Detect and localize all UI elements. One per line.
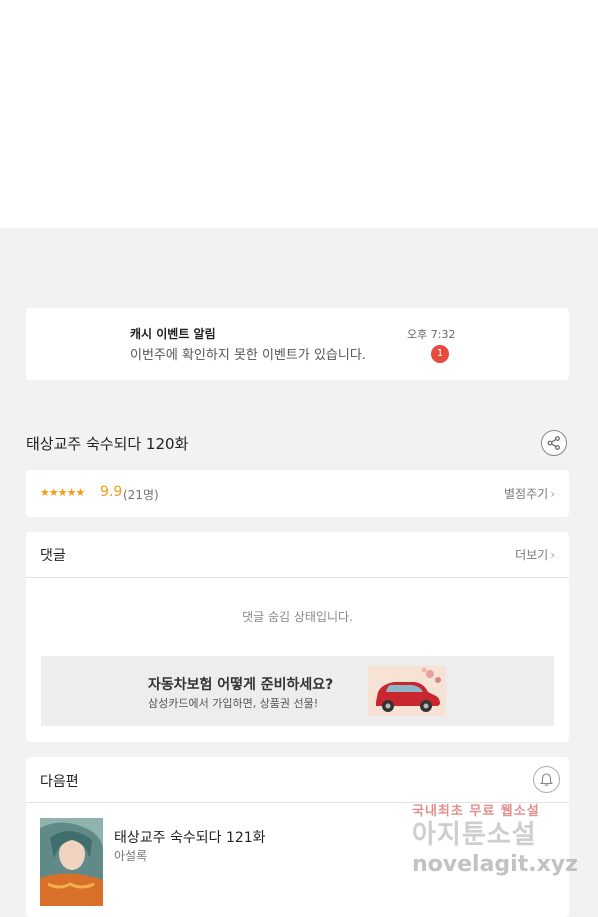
next-episode-author: 아설록 bbox=[114, 849, 148, 863]
comments-header: 댓글 더보기 › bbox=[26, 532, 569, 578]
comments-card: 댓글 더보기 › 댓글 숨김 상태입니다. 자동차보험 어떻게 준비하세요? 삼성… bbox=[26, 532, 569, 742]
watermark: 국내최초 무료 웹소설 아지툰소설 novelagit.xyz bbox=[412, 800, 588, 890]
notification-title: 캐시 이벤트 알림 bbox=[130, 327, 216, 341]
ad-car-image bbox=[368, 666, 446, 716]
watermark-line2: 아지툰소설 bbox=[412, 820, 537, 850]
next-episode-header: 다음편 bbox=[26, 757, 569, 803]
more-label: 더보기 bbox=[515, 548, 549, 562]
ad-subtitle: 삼성카드에서 가입하면, 상품권 선물! bbox=[148, 697, 319, 710]
notification-badge: 1 bbox=[431, 345, 449, 363]
notification-message: 이번주에 확인하지 못한 이벤트가 있습니다. bbox=[130, 348, 366, 363]
rate-button[interactable]: 별점주기 › bbox=[504, 485, 555, 502]
comments-more-button[interactable]: 더보기 › bbox=[515, 546, 555, 563]
rate-button-label: 별점주기 bbox=[504, 487, 549, 501]
top-blank-area bbox=[0, 0, 598, 228]
ad-banner[interactable]: 자동차보험 어떻게 준비하세요? 삼성카드에서 가입하면, 상품권 선물! bbox=[41, 656, 554, 726]
next-episode-thumbnail[interactable] bbox=[40, 818, 103, 906]
share-icon bbox=[547, 436, 560, 450]
rating-count: (21명) bbox=[123, 488, 159, 502]
rating-score: 9.9 bbox=[100, 484, 123, 500]
bell-icon bbox=[539, 773, 554, 786]
rating-card: ★★★★★ 9.9 (21명) 별점주기 › bbox=[26, 470, 569, 517]
rating-stars: ★★★★★ bbox=[40, 486, 85, 499]
comments-title: 댓글 bbox=[40, 548, 66, 564]
ad-title: 자동차보험 어떻게 준비하세요? bbox=[148, 677, 334, 693]
next-episode-title[interactable]: 태상교주 숙수되다 121화 bbox=[114, 827, 266, 847]
notify-button[interactable] bbox=[533, 766, 560, 793]
next-episode-section-title: 다음편 bbox=[40, 774, 79, 790]
share-button[interactable] bbox=[541, 430, 567, 456]
chevron-right-icon: › bbox=[550, 548, 555, 562]
notification-time: 오후 7:32 bbox=[407, 328, 456, 341]
comments-hidden-message: 댓글 숨김 상태입니다. bbox=[242, 610, 353, 624]
chevron-right-icon: › bbox=[550, 487, 555, 501]
watermark-line3: novelagit.xyz bbox=[412, 852, 578, 877]
episode-title: 태상교주 숙수되다 120화 bbox=[26, 435, 189, 453]
notification-card[interactable]: 캐시 이벤트 알림 이번주에 확인하지 못한 이벤트가 있습니다. 오후 7:3… bbox=[26, 308, 569, 380]
